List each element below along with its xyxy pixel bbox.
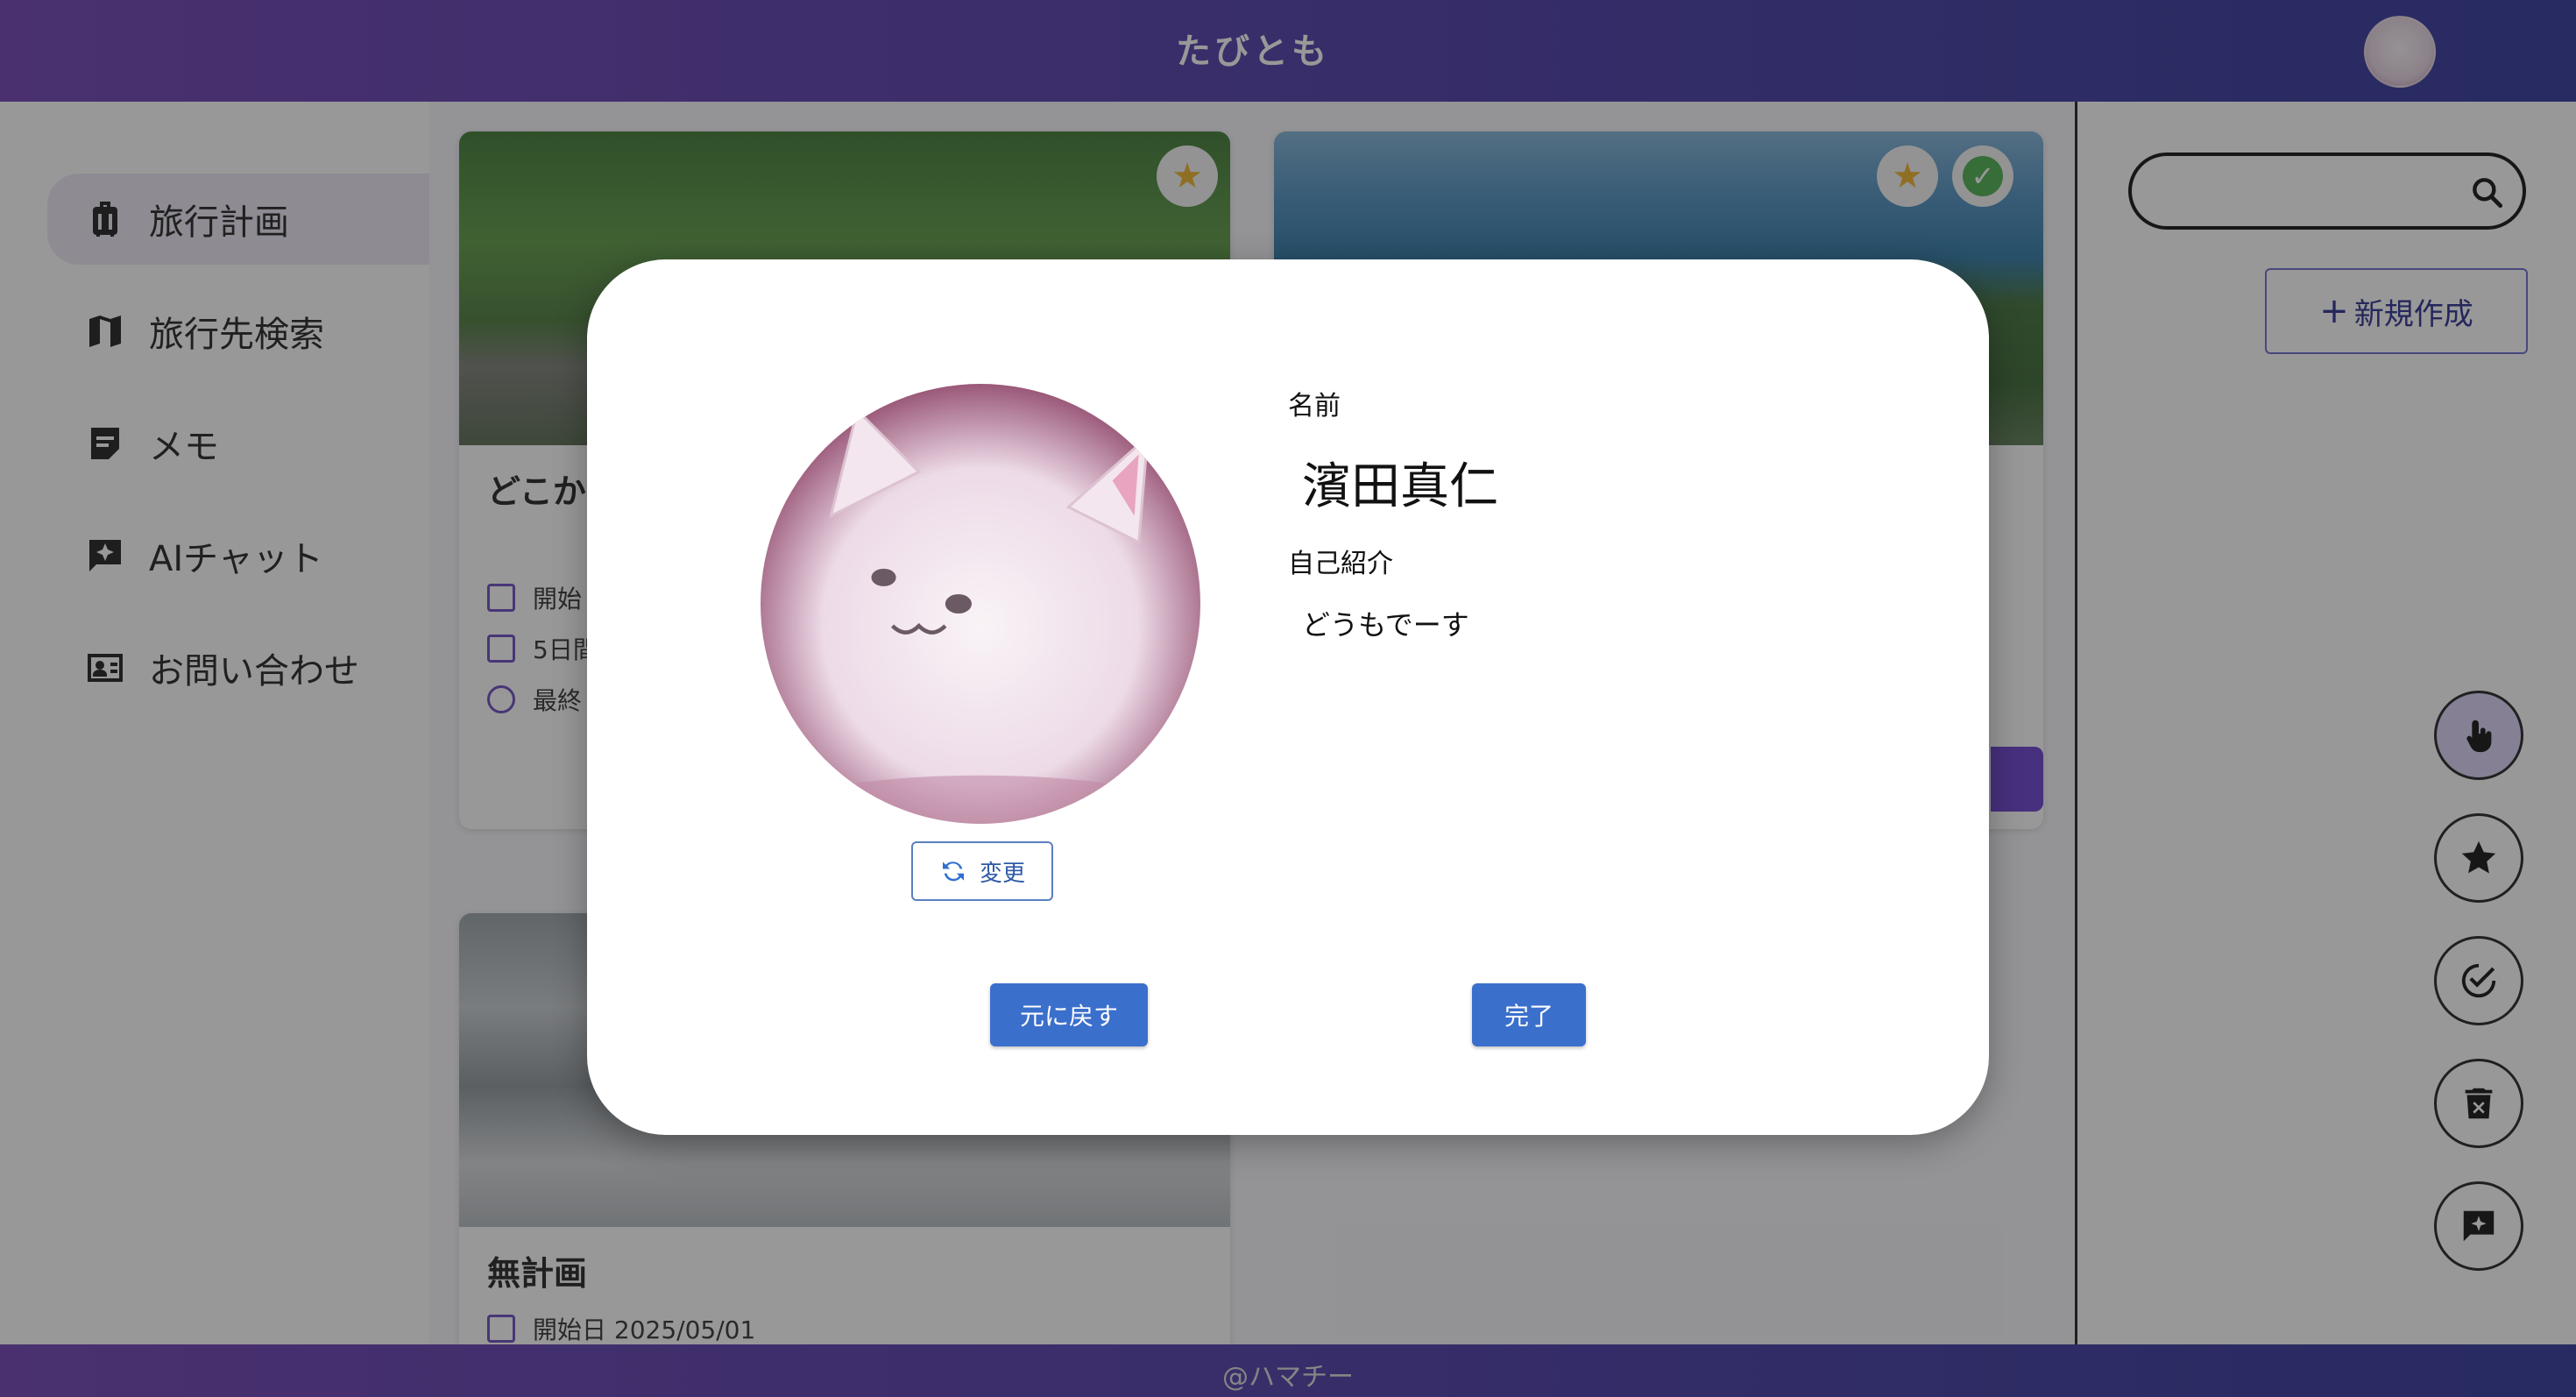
intro-label: 自己紹介 (1288, 549, 1393, 579)
profile-avatar (761, 384, 1200, 824)
done-button[interactable]: 完了 (1472, 983, 1586, 1046)
profile-name[interactable]: 濱田真仁 (1302, 447, 1498, 518)
revert-button[interactable]: 元に戻す (990, 983, 1148, 1046)
change-avatar-label: 変更 (979, 860, 1025, 887)
change-avatar-button[interactable]: 変更 (911, 841, 1053, 901)
profile-modal: 変更 名前 濱田真仁 自己紹介 どうもでーす 元に戻す 完了 (587, 259, 1989, 1135)
profile-intro[interactable]: どうもでーす (1302, 603, 1469, 643)
cat-avatar-icon (761, 384, 1200, 824)
refresh-icon (942, 862, 964, 882)
name-label: 名前 (1288, 391, 1341, 422)
